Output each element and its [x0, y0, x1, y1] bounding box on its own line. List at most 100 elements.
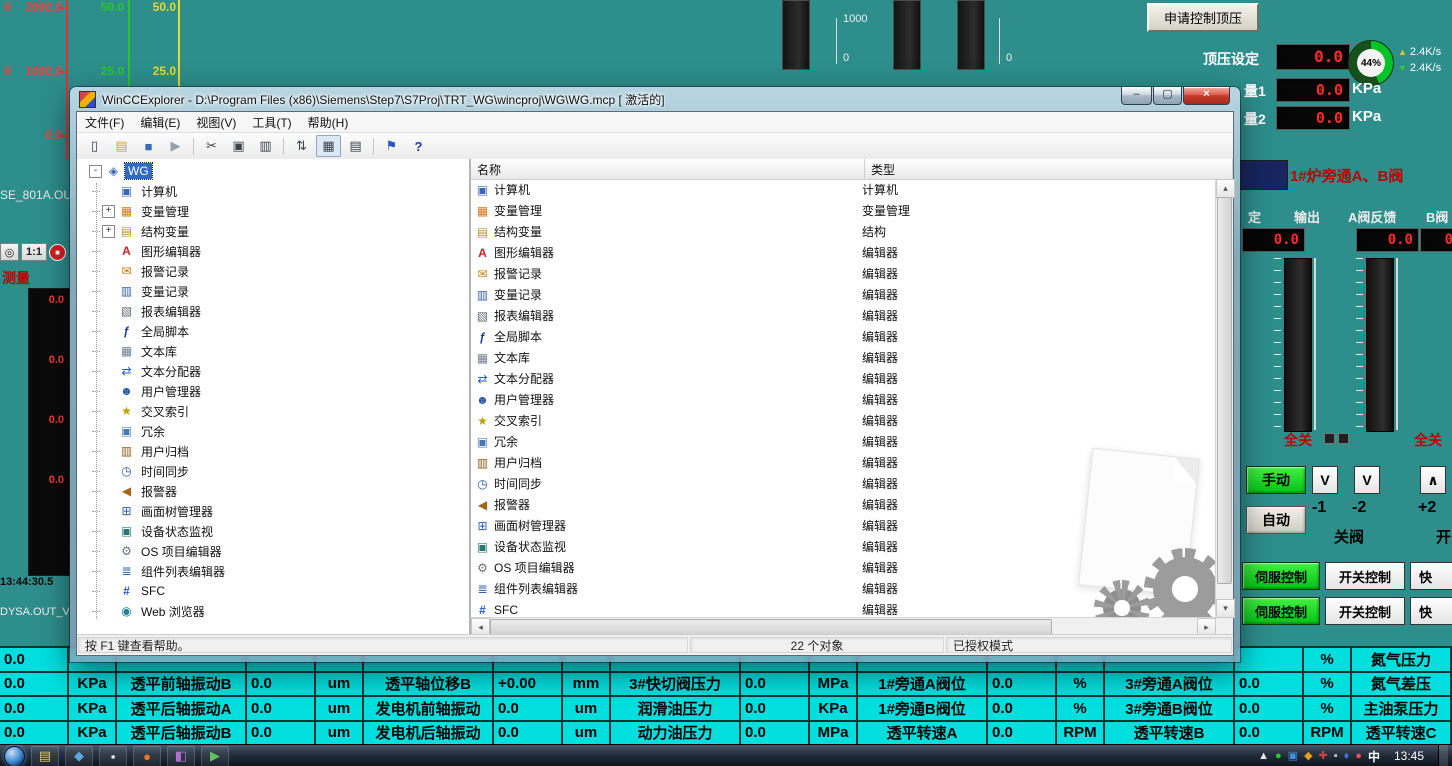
list-row[interactable]: ▥ 变量记录 编辑器	[471, 284, 1216, 305]
taskbar-app-icon[interactable]: ▶	[201, 746, 229, 766]
tray-icon[interactable]: ●	[1355, 751, 1362, 762]
tree-item[interactable]: # SFC	[77, 581, 469, 601]
tree-expander[interactable]	[102, 585, 115, 598]
up-button[interactable]: ∧	[1420, 466, 1446, 494]
toolbar-button[interactable]: ▯	[82, 135, 107, 157]
taskbar-app-icon[interactable]: ▪	[99, 746, 127, 766]
tree-expander[interactable]	[102, 545, 115, 558]
tree-item[interactable]: ✉ 报警记录	[77, 261, 469, 281]
tree-expander[interactable]	[102, 425, 115, 438]
list-row[interactable]: ★ 交叉索引 编辑器	[471, 410, 1216, 431]
tree-item[interactable]: + ▤ 结构变量	[77, 221, 469, 241]
menu-item[interactable]: 视图(V)	[188, 112, 244, 133]
tree-expander[interactable]	[102, 345, 115, 358]
taskbar-app-icon[interactable]: ▤	[31, 746, 59, 766]
manual-mode-button[interactable]: 手动	[1246, 466, 1306, 494]
column-header-name[interactable]: 名称	[471, 159, 865, 179]
zoom-level[interactable]: 1:1	[21, 243, 47, 261]
title-bar[interactable]: WinCCExplorer - D:\Program Files (x86)\S…	[70, 87, 1240, 111]
list-row[interactable]: ▤ 结构变量 结构	[471, 221, 1216, 242]
toolbar-button[interactable]	[373, 138, 374, 155]
tree-item[interactable]: ▥ 用户归档	[77, 441, 469, 461]
fast-open-button-2[interactable]: 快	[1410, 597, 1452, 625]
tray-icon[interactable]: ♦	[1344, 751, 1350, 762]
tree-expander[interactable]	[102, 485, 115, 498]
tree-item[interactable]: ▧ 报表编辑器	[77, 301, 469, 321]
toolbar-button[interactable]	[283, 138, 284, 155]
taskbar-app-icon[interactable]: ●	[133, 746, 161, 766]
magnifier-icon[interactable]: ◎	[0, 243, 19, 261]
switch-control-button-1[interactable]: 开关控制	[1325, 562, 1405, 590]
v-button-1[interactable]: V	[1312, 466, 1338, 494]
tree-expander[interactable]	[102, 385, 115, 398]
tree-item[interactable]: ⚙ OS 项目编辑器	[77, 541, 469, 561]
toolbar-button[interactable]: ⇅	[289, 135, 314, 157]
tray-icon[interactable]: ▣	[1288, 751, 1298, 762]
scrollbar-thumb[interactable]	[1217, 197, 1232, 584]
tree-expander[interactable]	[102, 325, 115, 338]
toolbar-button[interactable]	[193, 138, 194, 155]
toolbar-button[interactable]: ⚑	[379, 135, 404, 157]
taskbar-app-icon[interactable]: ◆	[65, 746, 93, 766]
tree-item[interactable]: ◉ Web 浏览器	[77, 601, 469, 621]
tree-item[interactable]: ★ 交叉索引	[77, 401, 469, 421]
column-header-type[interactable]: 类型	[865, 159, 1233, 179]
horizontal-scrollbar[interactable]: ◂ ▸	[471, 617, 1216, 635]
tree-expander[interactable]	[102, 305, 115, 318]
tree-item[interactable]: ≣ 组件列表编辑器	[77, 561, 469, 581]
tree-item[interactable]: A 图形编辑器	[77, 241, 469, 261]
tree-item[interactable]: ◀ 报警器	[77, 481, 469, 501]
toolbar-button[interactable]: ■	[136, 135, 161, 157]
list-row[interactable]: ☻ 用户管理器 编辑器	[471, 389, 1216, 410]
tree-expander[interactable]	[102, 185, 115, 198]
tree-root[interactable]: - ◈ WG	[77, 161, 469, 181]
list-row[interactable]: ▦ 变量管理 变量管理	[471, 200, 1216, 221]
taskbar-app-icon[interactable]: ◧	[167, 746, 195, 766]
tray-icon[interactable]: ▪	[1334, 751, 1338, 762]
tree-expander[interactable]	[102, 245, 115, 258]
tree-item[interactable]: ▣ 设备状态监视	[77, 521, 469, 541]
tree-expander[interactable]	[102, 505, 115, 518]
list-row[interactable]: ✉ 报警记录 编辑器	[471, 263, 1216, 284]
list-row[interactable]: ▦ 文本库 编辑器	[471, 347, 1216, 368]
close-button[interactable]: ×	[1183, 87, 1230, 105]
tree-item[interactable]: ◷ 时间同步	[77, 461, 469, 481]
tree-item[interactable]: ƒ 全局脚本	[77, 321, 469, 341]
servo-control-button-2[interactable]: 伺服控制	[1242, 597, 1320, 625]
menu-item[interactable]: 编辑(E)	[132, 112, 188, 133]
clock[interactable]: 13:45	[1386, 749, 1432, 763]
tree-expander[interactable]: -	[89, 165, 102, 178]
tree-expander[interactable]	[102, 605, 115, 618]
toolbar-button[interactable]: ▶	[163, 135, 188, 157]
scroll-up-icon[interactable]: ▴	[1216, 179, 1235, 198]
tray-icon[interactable]: ●	[1275, 751, 1282, 762]
minimize-button[interactable]: –	[1121, 87, 1152, 105]
tree-item[interactable]: ▣ 冗余	[77, 421, 469, 441]
switch-control-button-2[interactable]: 开关控制	[1325, 597, 1405, 625]
vertical-scrollbar[interactable]: ▴ ▾	[1215, 179, 1233, 618]
maximize-button[interactable]: ▢	[1153, 87, 1182, 105]
tray-icon[interactable]: ✚	[1319, 751, 1328, 762]
toolbar-button[interactable]: ▤	[109, 135, 134, 157]
tree-item[interactable]: ☻ 用户管理器	[77, 381, 469, 401]
tree-item[interactable]: ⇄ 文本分配器	[77, 361, 469, 381]
tree-item[interactable]: ▣ 计算机	[77, 181, 469, 201]
start-button[interactable]	[4, 746, 25, 766]
show-desktop-button[interactable]	[1438, 745, 1448, 766]
tree-expander[interactable]	[102, 265, 115, 278]
tray-icon[interactable]: ▲	[1258, 751, 1269, 762]
toolbar-button[interactable]: ▣	[226, 135, 251, 157]
fast-open-button-1[interactable]: 快	[1410, 562, 1452, 590]
tree-expander[interactable]	[102, 445, 115, 458]
toolbar-button[interactable]: ✂	[199, 135, 224, 157]
tree-item[interactable]: + ▦ 变量管理	[77, 201, 469, 221]
list-row[interactable]: ⇄ 文本分配器 编辑器	[471, 368, 1216, 389]
toolbar-button[interactable]: ▦	[316, 135, 341, 157]
ime-indicator[interactable]: 中	[1368, 748, 1380, 765]
tree-expander[interactable]	[102, 465, 115, 478]
tree-expander[interactable]	[102, 565, 115, 578]
tree-expander[interactable]: +	[102, 205, 115, 218]
menu-item[interactable]: 工具(T)	[244, 112, 299, 133]
stop-icon[interactable]: ■	[49, 244, 66, 261]
tree-expander[interactable]	[102, 525, 115, 538]
